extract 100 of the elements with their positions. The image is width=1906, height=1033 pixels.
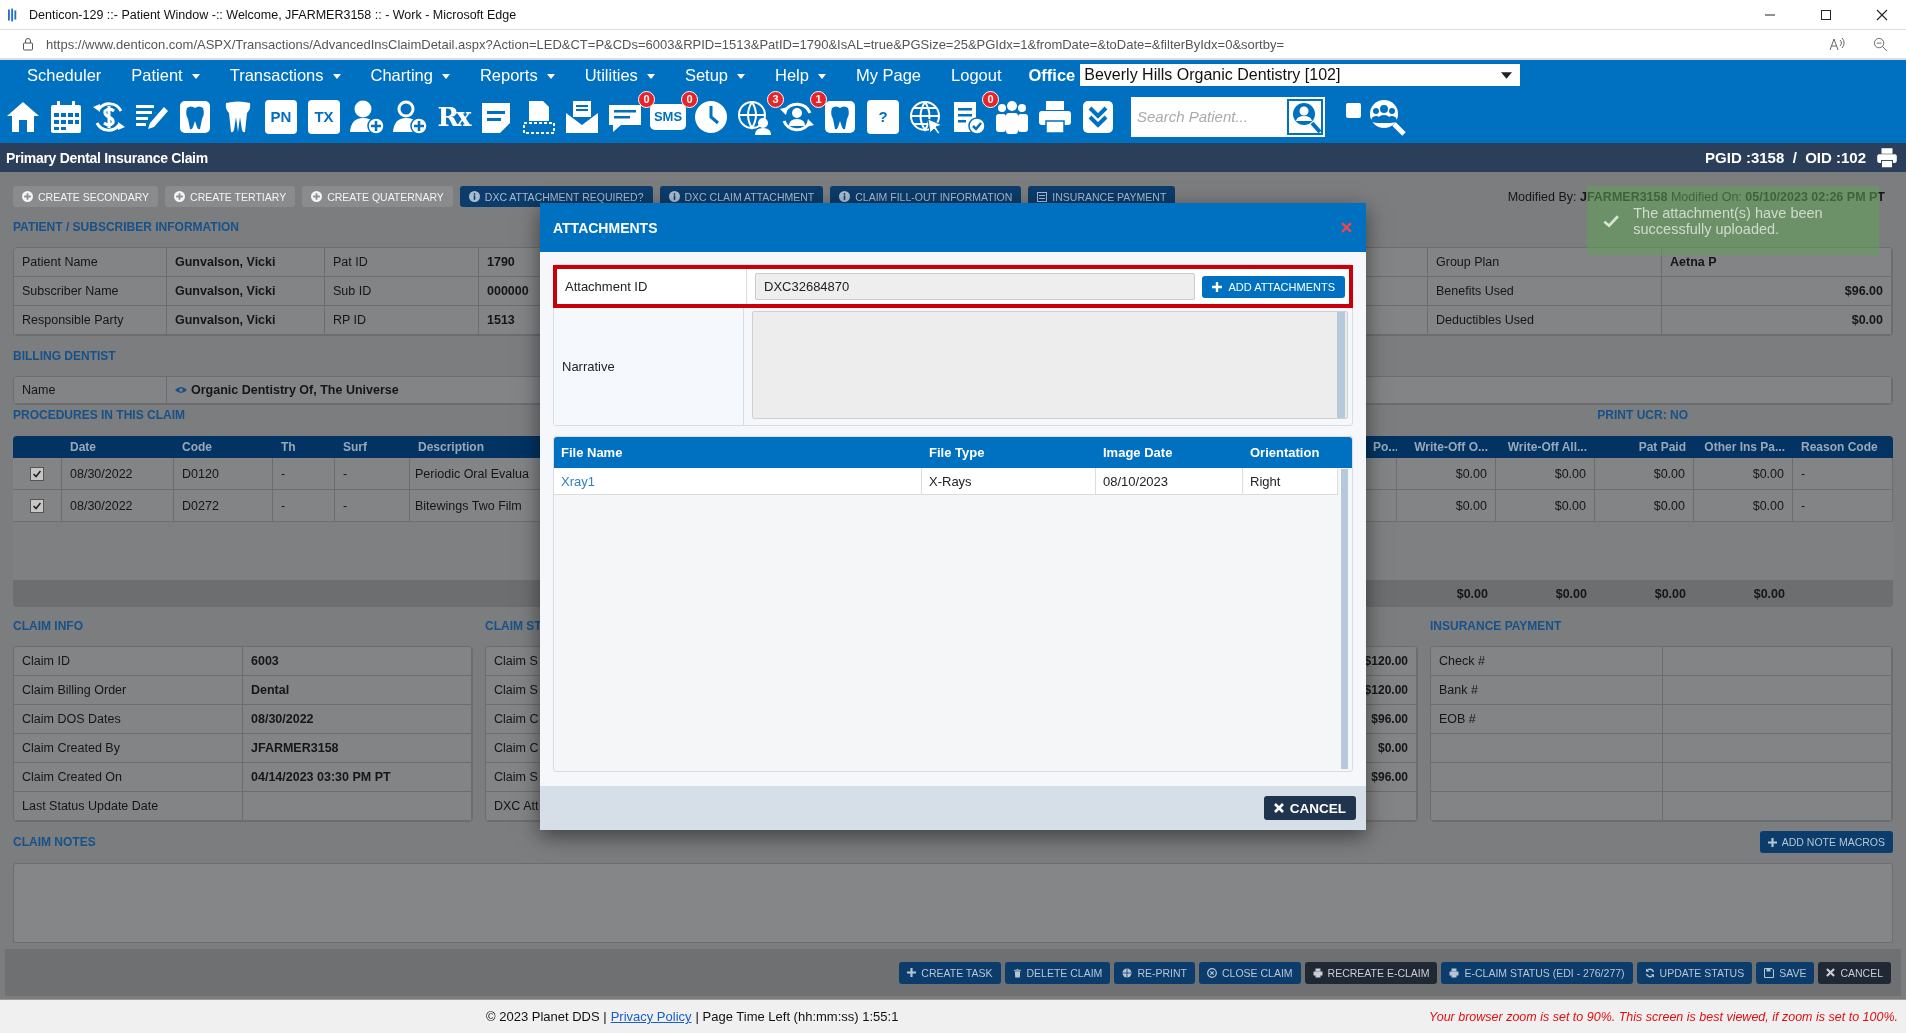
scanner-icon[interactable] [521, 98, 557, 135]
menu-item[interactable]: Setup [669, 65, 760, 85]
zoom-out-icon[interactable] [1873, 36, 1888, 52]
column-header[interactable]: Code [174, 436, 273, 458]
table-cell: Claim Created On [14, 763, 243, 792]
table-cell: - [273, 458, 335, 489]
row-checkbox[interactable] [30, 466, 44, 481]
table-cell: Gunvalson, Vicki [167, 306, 325, 335]
table-cell: Claim Billing Order [14, 676, 243, 705]
section-heading: CLAIM ST [485, 618, 542, 635]
table-cell: $0.00 [1694, 458, 1793, 489]
maximize-icon[interactable] [1820, 8, 1832, 21]
notification-badge: 0 [638, 90, 655, 108]
add-note-macros-button[interactable]: ADD NOTE MACROS [1759, 831, 1893, 853]
add-attachments-button[interactable]: ADD ATTACHMENTS [1202, 275, 1345, 298]
mail-icon[interactable] [564, 98, 600, 135]
close-icon[interactable] [1876, 8, 1888, 21]
attachment-id-field[interactable]: DXC32684870 [755, 273, 1196, 300]
add-user-icon[interactable] [349, 98, 385, 135]
menu-item[interactable]: Reports [464, 65, 570, 85]
plus-circle-icon [22, 191, 33, 202]
tile-button[interactable]: TX [308, 99, 340, 134]
notification-badge: 0 [681, 90, 698, 108]
menu-item[interactable]: Charting [355, 65, 465, 85]
address-field[interactable]: https://www.denticon.com/ASPX/Transactions/AdvancedInsClaimDetail.aspx?Action=LED&CT=P&CDs=6003&RPID=1513&PatID=1790&IsAL=true&PGSize=25&PGIdx=1&fromDate=&toDate=&filterByIdx=0&sortby= [46, 36, 1817, 52]
add-user-icon[interactable] [392, 98, 428, 135]
column-header[interactable]: Reason Code [1793, 436, 1893, 458]
table-cell: $0.00 [1496, 490, 1595, 521]
scrollbar[interactable] [1337, 312, 1345, 418]
table-cell: $0.00 [1595, 458, 1694, 489]
column-header[interactable]: Po... [1365, 436, 1397, 458]
caret-icon [646, 73, 655, 79]
refresh-icon [1644, 967, 1655, 978]
tooth-icon[interactable] [177, 98, 213, 135]
table-cell: Deductibles Used [1428, 306, 1662, 335]
tile-button[interactable]: PN [265, 99, 297, 134]
column-header[interactable]: Other Ins Pa... [1694, 436, 1793, 458]
toast-message: The attachment(s) have been successfully uploaded. [1633, 204, 1824, 237]
footer-button[interactable]: DELETE CLAIM [1004, 961, 1111, 984]
prescription-button[interactable]: Rx [437, 101, 469, 132]
office-dropdown[interactable]: Beverly Hills Organic Dentistry [102] [1080, 64, 1521, 86]
menu-item[interactable]: My Page [840, 65, 937, 85]
table-cell: $0.00 [1694, 490, 1793, 521]
cancel-button[interactable]: CANCEL [1263, 796, 1356, 820]
field-label: Attachment ID [557, 269, 747, 304]
footer-button[interactable]: RECREATE E-CLAIM [1304, 961, 1438, 984]
save-icon [1764, 967, 1775, 978]
printer-icon[interactable] [1876, 146, 1898, 169]
menu-item[interactable]: Transactions [214, 65, 356, 85]
column-header[interactable]: Surf [335, 436, 410, 458]
globe-user-icon[interactable] [736, 98, 772, 135]
menu-item[interactable]: Help [760, 65, 841, 85]
narrative-field[interactable] [752, 311, 1348, 419]
section-heading: PROCEDURES IN THIS CLAIM [13, 407, 185, 424]
scrollbar[interactable] [1341, 469, 1348, 769]
clock-icon[interactable] [693, 98, 729, 135]
chat-bubble-button[interactable]: SMS [650, 103, 686, 130]
menu-item[interactable]: Patient [116, 65, 215, 85]
table-cell: $0.00 [1662, 306, 1892, 335]
menu-item[interactable]: Utilities [569, 65, 670, 85]
column-header[interactable]: Pat Paid [1595, 436, 1694, 458]
menu-item[interactable]: Scheduler [12, 65, 117, 85]
table-cell: $0.00 [1595, 490, 1694, 521]
table-cell: Pat ID [325, 248, 479, 277]
privacy-policy-link[interactable]: Privacy Policy [610, 1009, 692, 1024]
table-cell: Subscriber Name [14, 277, 167, 306]
section-heading: CLAIM INFO [13, 618, 83, 635]
double-chevron-icon[interactable] [1080, 98, 1116, 135]
footer-button[interactable]: E-CLAIM STATUS (EDI - 276/277) [1441, 961, 1633, 984]
plus-circle-icon [311, 191, 323, 202]
notes-field[interactable] [13, 863, 1893, 943]
column-header[interactable]: Date [62, 436, 174, 458]
printer-icon[interactable] [1037, 98, 1073, 135]
search-field[interactable]: Search Patient... [1131, 96, 1325, 137]
people-icon[interactable] [994, 98, 1030, 135]
total-cell-text: $0.00 [1455, 585, 1489, 603]
globe-pointer-icon[interactable] [908, 98, 944, 135]
file-link[interactable]: Xray1 [561, 473, 595, 489]
footer-button[interactable]: UPDATE STATUS [1636, 961, 1753, 984]
checkbox[interactable] [1346, 103, 1361, 118]
table-cell: X-Rays [922, 468, 1096, 494]
column-header[interactable]: Write-Off All... [1496, 436, 1595, 458]
footer-button[interactable]: RE-PRINT [1114, 961, 1195, 984]
footer-button[interactable]: CANCEL [1818, 961, 1891, 984]
row-checkbox[interactable] [30, 498, 44, 513]
tooth-icon[interactable] [822, 98, 858, 135]
calendar-icon[interactable] [48, 98, 84, 135]
table-cell: 08/10/2023 [1096, 468, 1243, 494]
footer-button[interactable]: SAVE [1756, 961, 1815, 984]
group-search-icon[interactable] [1368, 97, 1406, 136]
footer-button[interactable]: CLOSE CLAIM [1198, 961, 1301, 984]
menu-item[interactable]: Logout [936, 65, 1017, 85]
read-aloud-icon[interactable] [1829, 37, 1845, 51]
footer-button[interactable]: CREATE TASK [899, 961, 1001, 984]
column-header[interactable]: Write-Off O... [1397, 436, 1496, 458]
trash-icon [1012, 967, 1022, 978]
column-header[interactable]: Th [273, 436, 335, 458]
tile-button[interactable]: ? [867, 99, 899, 134]
user-search-icon[interactable] [1287, 98, 1323, 135]
table-cell: EOB # [1431, 705, 1663, 734]
